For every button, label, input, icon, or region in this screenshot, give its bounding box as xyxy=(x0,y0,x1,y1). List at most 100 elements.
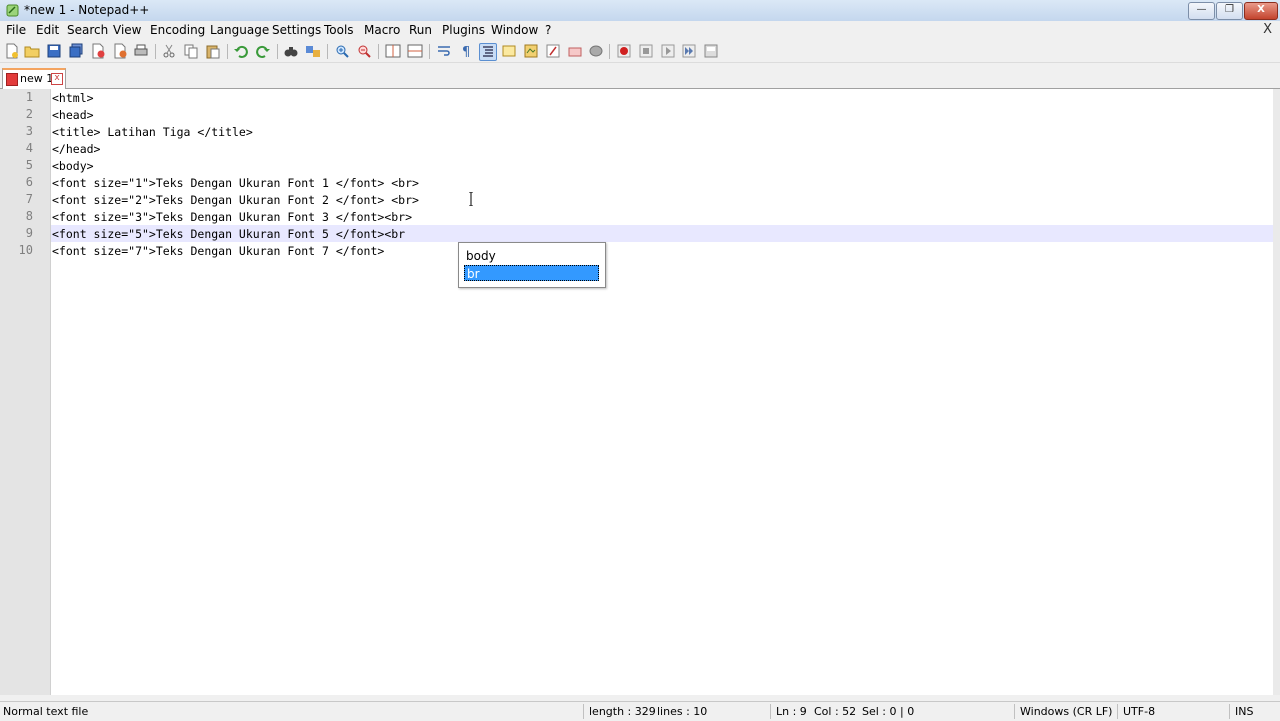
save-all-button[interactable] xyxy=(68,43,84,59)
minimize-button[interactable]: — xyxy=(1188,2,1215,20)
line-number: 5 xyxy=(25,158,33,172)
status-length: length : 329 xyxy=(589,705,656,718)
new-file-icon xyxy=(6,43,18,59)
tab-new-1[interactable]: new 1 x xyxy=(2,68,66,89)
record-icon xyxy=(617,44,631,58)
close-window-button[interactable]: X xyxy=(1244,2,1278,20)
menu-tools[interactable]: Tools xyxy=(324,23,354,37)
status-divider xyxy=(1117,704,1118,719)
save-macro-button[interactable] xyxy=(703,43,719,59)
menu-window[interactable]: Window xyxy=(491,23,538,37)
line-number: 10 xyxy=(18,243,33,257)
code-line[interactable]: <font size="3">Teks Dengan Ukuran Font 3… xyxy=(52,210,412,224)
code-line[interactable]: <font size="1">Teks Dengan Ukuran Font 1… xyxy=(52,176,419,190)
new-file-button[interactable] xyxy=(4,43,20,59)
toolbar-separator xyxy=(155,44,156,59)
toolbar-separator xyxy=(429,44,430,59)
stop-record-button[interactable] xyxy=(638,43,654,59)
menu-edit[interactable]: Edit xyxy=(36,23,59,37)
menu-search[interactable]: Search xyxy=(67,23,108,37)
save-button[interactable] xyxy=(46,43,62,59)
code-line[interactable]: <font size="2">Teks Dengan Ukuran Font 2… xyxy=(52,193,419,207)
status-divider xyxy=(1229,704,1230,719)
print-button[interactable] xyxy=(133,43,149,59)
replace-button[interactable] xyxy=(305,43,321,59)
undo-button[interactable] xyxy=(233,43,249,59)
menu-file[interactable]: File xyxy=(6,23,26,37)
code-line[interactable]: <font size="7">Teks Dengan Ukuran Font 7… xyxy=(52,244,384,258)
status-ln: Ln : 9 xyxy=(776,705,807,718)
close-document-button[interactable]: X xyxy=(1263,22,1272,37)
autocomplete-popup: body br xyxy=(458,242,606,288)
ibeam-cursor-icon xyxy=(469,192,473,206)
zoom-out-button[interactable] xyxy=(356,43,372,59)
restore-button[interactable]: ❐ xyxy=(1216,2,1243,20)
menu-encoding[interactable]: Encoding xyxy=(150,23,205,37)
cut-button[interactable] xyxy=(161,43,177,59)
sync-horizontal-button[interactable] xyxy=(407,43,423,59)
copy-button[interactable] xyxy=(183,43,199,59)
line-number-gutter: 1 2 3 4 5 6 7 8 9 10 xyxy=(0,89,51,695)
code-line[interactable]: </head> xyxy=(52,142,100,156)
open-file-button[interactable] xyxy=(24,43,40,59)
word-wrap-button[interactable] xyxy=(436,43,452,59)
function-list-button[interactable] xyxy=(545,43,561,59)
folder-workspace-icon xyxy=(568,47,582,57)
copy-icon xyxy=(184,44,198,59)
autocomplete-item-br[interactable]: br xyxy=(464,265,599,281)
redo-button[interactable] xyxy=(255,43,271,59)
line-number: 7 xyxy=(25,192,33,206)
indent-guide-button[interactable] xyxy=(479,43,497,61)
autocomplete-item-body[interactable]: body xyxy=(464,248,599,264)
menu-settings[interactable]: Settings xyxy=(272,23,321,37)
status-file-type: Normal text file xyxy=(3,705,89,718)
folder-workspace-button[interactable] xyxy=(567,43,583,59)
menu-view[interactable]: View xyxy=(113,23,141,37)
vertical-scrollbar[interactable] xyxy=(1273,89,1280,695)
line-number: 6 xyxy=(25,175,33,189)
status-sel: Sel : 0 | 0 xyxy=(862,705,915,718)
close-file-button[interactable] xyxy=(90,43,106,59)
run-macro-multiple-button[interactable] xyxy=(681,43,697,59)
show-all-chars-button[interactable]: ¶ xyxy=(458,43,474,59)
stop-icon xyxy=(639,44,653,58)
toolbar-separator xyxy=(609,44,610,59)
code-line[interactable]: <body> xyxy=(52,159,94,173)
play-macro-button[interactable] xyxy=(660,43,676,59)
unsaved-file-icon xyxy=(6,73,18,86)
code-line[interactable]: <html> xyxy=(52,91,94,105)
menu-language[interactable]: Language xyxy=(210,23,269,37)
find-button[interactable] xyxy=(283,43,299,59)
menu-help[interactable]: ? xyxy=(545,23,551,37)
toolbar-separator xyxy=(327,44,328,59)
printer-icon xyxy=(134,44,148,56)
sync-vertical-icon xyxy=(385,44,401,58)
line-number: 2 xyxy=(25,107,33,121)
code-line[interactable]: <font size="5">Teks Dengan Ukuran Font 5… xyxy=(52,227,405,241)
user-defined-language-button[interactable] xyxy=(501,43,517,59)
zoom-in-button[interactable] xyxy=(334,43,350,59)
save-macro-icon xyxy=(704,44,718,58)
tab-label: new 1 xyxy=(20,72,54,85)
close-all-button[interactable] xyxy=(112,43,128,59)
code-line[interactable]: <head> xyxy=(52,108,94,122)
sync-vertical-button[interactable] xyxy=(385,43,401,59)
indent-guide-icon xyxy=(483,46,493,57)
tab-close-icon[interactable]: x xyxy=(51,73,63,85)
paste-button[interactable] xyxy=(205,43,221,59)
code-line[interactable]: <title> Latihan Tiga </title> xyxy=(52,125,253,139)
document-map-button[interactable] xyxy=(523,43,539,59)
svg-text:¶: ¶ xyxy=(462,45,470,59)
monitoring-button[interactable] xyxy=(588,43,604,59)
line-number: 1 xyxy=(25,90,33,104)
toolbar-separator xyxy=(277,44,278,59)
menu-macro[interactable]: Macro xyxy=(364,23,400,37)
editor[interactable]: 1 2 3 4 5 6 7 8 9 10 <html> <head> <titl… xyxy=(0,89,1280,695)
status-divider xyxy=(583,704,584,719)
play-icon xyxy=(661,44,675,58)
menu-plugins[interactable]: Plugins xyxy=(442,23,485,37)
close-icon: X xyxy=(1257,4,1265,15)
menu-run[interactable]: Run xyxy=(409,23,432,37)
record-macro-button[interactable] xyxy=(616,43,632,59)
binoculars-icon xyxy=(284,47,298,57)
